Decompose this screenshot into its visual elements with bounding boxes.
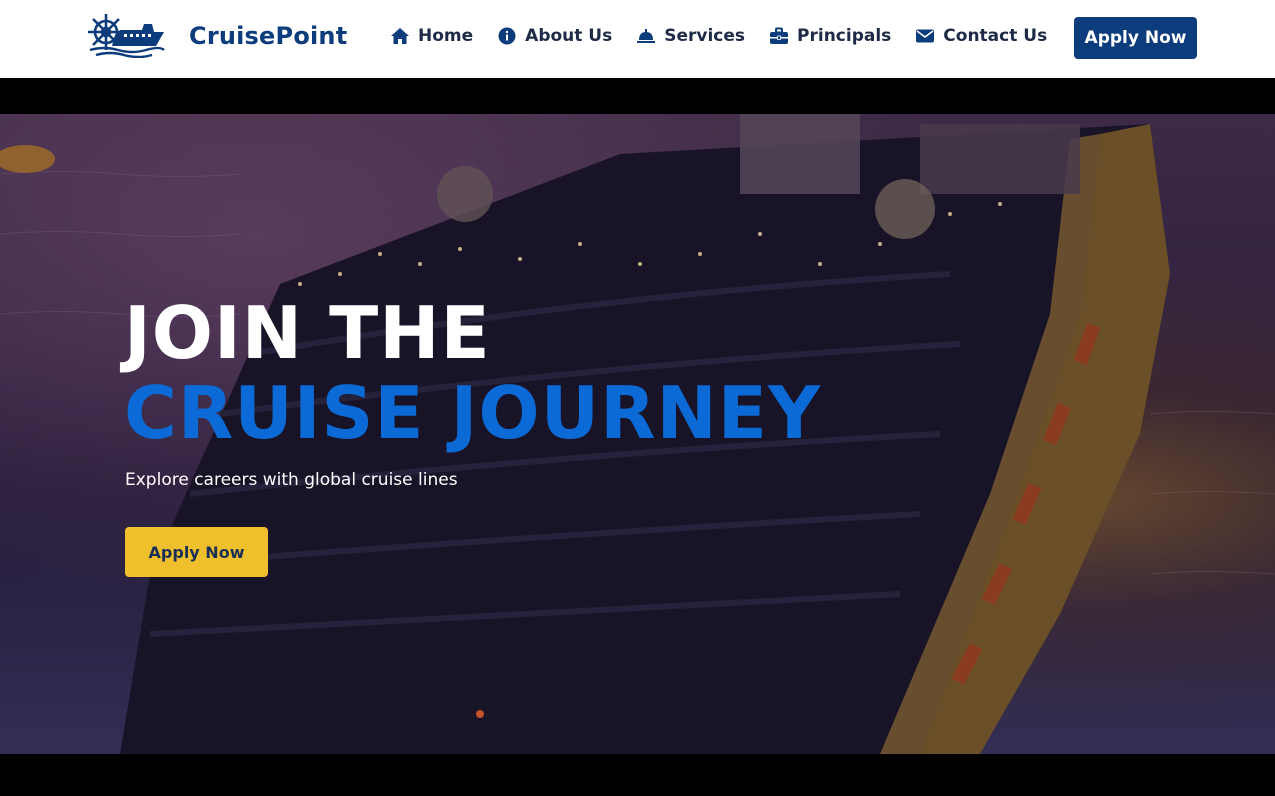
bottom-black-band [0, 754, 1275, 796]
brand-name[interactable]: CruisePoint [189, 22, 347, 50]
main-nav: Home About Us Services Principals Contac… [390, 26, 1071, 46]
ship-wheel-icon[interactable] [84, 12, 166, 59]
hero-title-line1: JOIN THE [124, 291, 491, 375]
nav-item-principals[interactable]: Principals [769, 26, 891, 46]
header-apply-now-button[interactable]: Apply Now [1074, 17, 1197, 59]
nav-label-principals: Principals [797, 26, 892, 46]
briefcase-icon [769, 26, 789, 46]
site-header: CruisePoint Home About Us Services Princ… [0, 0, 1275, 78]
top-black-band [0, 78, 1275, 114]
nav-item-about-us[interactable]: About Us [497, 26, 612, 46]
nav-label-about-us: About Us [525, 26, 613, 46]
nav-label-contact-us: Contact Us [943, 26, 1048, 46]
hero-subtitle: Explore careers with global cruise lines [125, 470, 458, 490]
nav-label-home: Home [418, 26, 474, 46]
bell-icon [636, 26, 656, 46]
info-circle-icon [497, 26, 517, 46]
hero-title-line2: CRUISE JOURNEY [124, 371, 822, 455]
nav-item-services[interactable]: Services [636, 26, 745, 46]
nav-label-services: Services [664, 26, 746, 46]
nav-item-contact-us[interactable]: Contact Us [915, 26, 1047, 46]
hero-apply-now-button[interactable]: Apply Now [125, 527, 268, 577]
hero-section: JOIN THE CRUISE JOURNEY Explore careers … [0, 114, 1275, 754]
envelope-icon [915, 26, 935, 46]
home-icon [390, 26, 410, 46]
nav-item-home[interactable]: Home [390, 26, 473, 46]
